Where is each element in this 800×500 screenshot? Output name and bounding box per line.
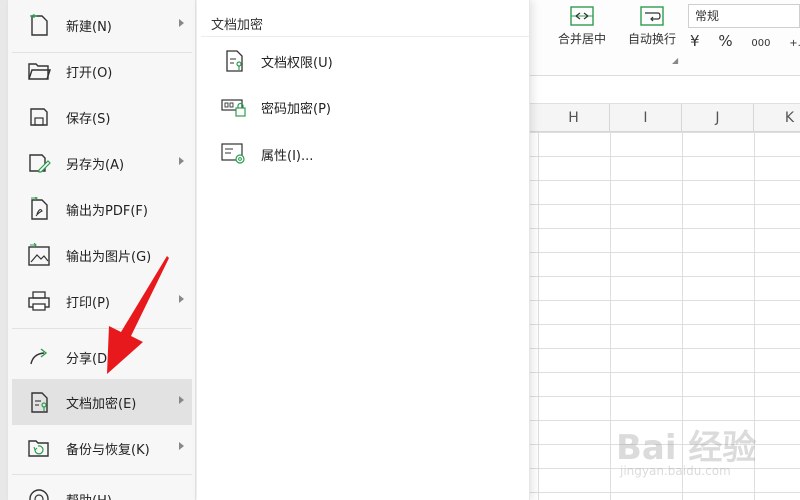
submenu-item-label: 属性(I)... [261,148,314,164]
submenu-item-label: 文档权限(U) [261,55,333,71]
export-pdf-icon [26,196,52,222]
doc-permission-icon [221,47,247,75]
doc-encrypt-submenu: 文档加密 文档权限(U) 密码加密(P) 属性(I)... [197,0,530,500]
number-format-select[interactable]: 常规 [688,4,800,28]
auto-wrap-button[interactable]: 自动换行 [622,6,682,47]
menu-item-label: 打开(O) [66,65,113,81]
menu-item-help[interactable]: 帮助(H) [12,476,192,500]
column-header-j[interactable]: J [682,104,754,132]
ribbon-toolbar: 合并居中 自动换行 ◢ 常规 ¥ % 000 +.0 [530,0,800,76]
red-pointer-arrow-icon [107,256,169,374]
app-window: 合并居中 自动换行 ◢ 常规 ¥ % 000 +.0 H I J K [0,0,800,500]
submenu-arrow-icon [179,295,184,303]
merge-center-button[interactable]: 合并居中 [552,6,612,47]
help-icon [26,486,52,500]
menu-item-label: 文档加密(E) [66,396,137,412]
menu-divider [12,474,192,475]
doc-encrypt-icon [26,389,52,415]
submenu-arrow-icon [179,157,184,165]
backup-icon [26,435,52,461]
menu-item-open[interactable]: 打开(O) [12,48,192,94]
watermark-logo-text: Bai 经验 [616,428,757,468]
thousands-button[interactable]: 000 [751,38,770,49]
wrap-text-icon [640,6,664,26]
save-icon [26,104,52,130]
formula-bar[interactable] [530,76,800,104]
menu-item-label: 输出为PDF(F) [66,203,148,219]
password-lock-icon [221,93,247,121]
dialog-launcher-icon[interactable]: ◢ [672,56,678,65]
new-doc-icon [26,12,52,38]
submenu-item-password-encrypt[interactable]: 密码加密(P) [221,91,331,123]
menu-item-label: 帮助(H) [66,490,112,500]
column-header-k[interactable]: K [754,104,800,132]
submenu-item-doc-permission[interactable]: 文档权限(U) [221,45,333,77]
menu-item-label: 另存为(A) [66,157,125,173]
column-header-i[interactable]: I [610,104,682,132]
increase-decimal-button[interactable]: +.0 [789,38,800,49]
submenu-item-properties[interactable]: 属性(I)... [221,138,313,170]
menu-item-new[interactable]: 新建(N) [12,2,192,48]
submenu-arrow-icon [179,19,184,27]
properties-icon [221,140,247,168]
menu-item-label: 备份与恢复(K) [66,442,150,458]
submenu-divider [201,36,529,37]
menu-item-label: 新建(N) [66,19,112,35]
menu-item-export-pdf[interactable]: 输出为PDF(F) [12,186,192,232]
folder-open-icon [26,58,52,84]
export-image-icon [26,242,52,268]
menu-item-backup[interactable]: 备份与恢复(K) [12,425,192,471]
menu-item-doc-encrypt[interactable]: 文档加密(E) [12,379,192,425]
save-as-icon [26,150,52,176]
printer-icon [26,288,52,314]
submenu-title: 文档加密 [211,18,264,33]
column-header-h[interactable]: H [538,104,610,132]
watermark-url: jingyan.baidu.com [620,464,731,478]
number-format-buttons: ¥ % 000 +.0 [690,32,800,50]
submenu-item-label: 密码加密(P) [261,101,331,117]
column-header-row: H I J K [530,104,800,132]
menu-item-save[interactable]: 保存(S) [12,94,192,140]
merge-center-label: 合并居中 [557,32,606,46]
window-left-edge [0,0,8,500]
submenu-arrow-icon [179,442,184,450]
auto-wrap-label: 自动换行 [627,32,676,46]
menu-item-save-as[interactable]: 另存为(A) [12,140,192,186]
percent-button[interactable]: % [718,32,732,50]
share-icon [26,344,52,370]
merge-center-icon [570,6,594,26]
submenu-arrow-icon [179,396,184,404]
currency-button[interactable]: ¥ [690,32,700,50]
menu-item-label: 保存(S) [66,111,111,127]
baidu-watermark: Bai 经验 jingyan.baidu.com [610,410,790,490]
